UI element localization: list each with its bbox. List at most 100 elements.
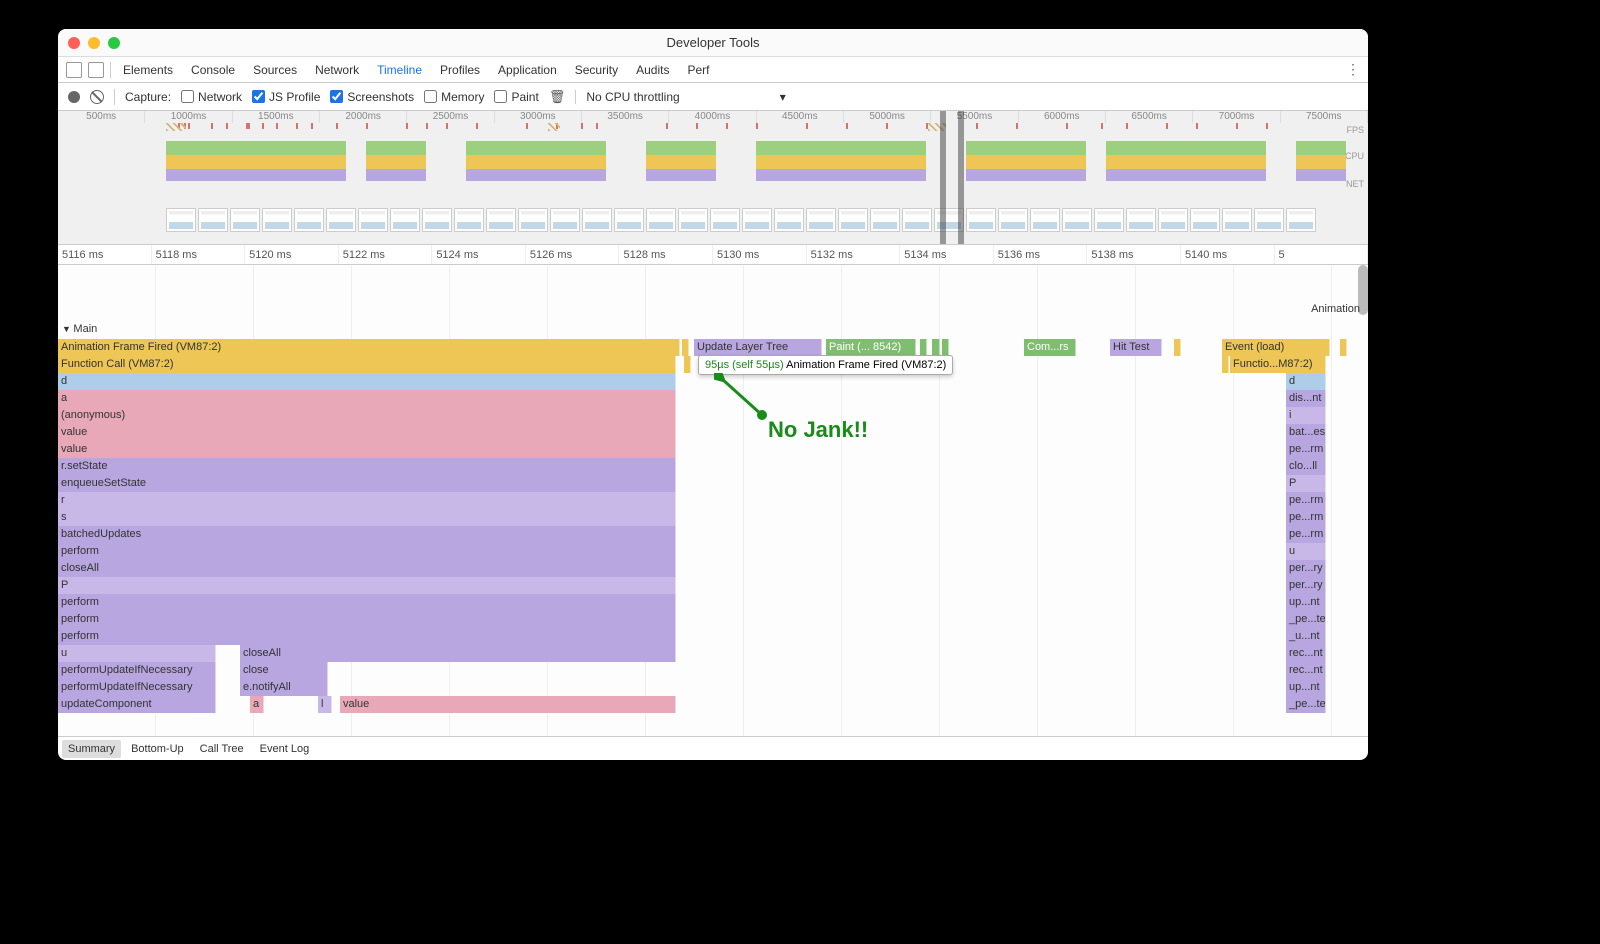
flame-bar[interactable]: performUpdateIfNecessary	[58, 679, 216, 696]
screenshot-thumb[interactable]	[1286, 208, 1316, 232]
flame-bar[interactable]: pe...rm	[1286, 526, 1326, 543]
screenshot-thumb[interactable]	[1126, 208, 1156, 232]
screenshot-thumb[interactable]	[294, 208, 324, 232]
screenshot-thumb[interactable]	[870, 208, 900, 232]
screenshot-thumb[interactable]	[326, 208, 356, 232]
flame-bar[interactable]: performUpdateIfNecessary	[58, 662, 216, 679]
flame-bar[interactable]: per...ry	[1286, 577, 1326, 594]
cpu-throttle-select[interactable]: No CPU throttling▾	[575, 90, 785, 104]
tab-call-tree[interactable]: Call Tree	[194, 740, 250, 758]
flame-bar[interactable]: rec...nt	[1286, 662, 1326, 679]
flame-bar[interactable]: enqueueSetState	[58, 475, 676, 492]
screenshot-thumb[interactable]	[454, 208, 484, 232]
screenshot-thumb[interactable]	[166, 208, 196, 232]
flame-bar[interactable]: closeAll	[58, 560, 676, 577]
screenshot-thumb[interactable]	[710, 208, 740, 232]
tab-profiles[interactable]: Profiles	[434, 59, 486, 81]
screenshot-thumb[interactable]	[1062, 208, 1092, 232]
flame-bar[interactable]: e.notifyAll	[240, 679, 328, 696]
flame-bar[interactable]: up...nt	[1286, 679, 1326, 696]
screenshot-thumb[interactable]	[550, 208, 580, 232]
overview-handle-left[interactable]	[940, 111, 946, 244]
flame-bar[interactable]: u	[1286, 543, 1326, 560]
flame-bar[interactable]: closeAll	[240, 645, 676, 662]
flame-bar[interactable]: r	[58, 492, 676, 509]
screenshot-thumb[interactable]	[998, 208, 1028, 232]
flame-bar[interactable]	[1222, 356, 1229, 373]
flame-bar[interactable]: up...nt	[1286, 594, 1326, 611]
flame-bar[interactable]: _u...nt	[1286, 628, 1326, 645]
flame-bar[interactable]: Animation Frame Fired (VM87:2)	[58, 339, 680, 356]
tab-summary[interactable]: Summary	[62, 740, 121, 758]
clear-button[interactable]	[90, 90, 104, 104]
screenshot-thumb[interactable]	[806, 208, 836, 232]
flame-bar[interactable]: a	[58, 390, 676, 407]
screenshot-thumb[interactable]	[422, 208, 452, 232]
overview-handle-right[interactable]	[958, 111, 964, 244]
screenshot-thumb[interactable]	[1094, 208, 1124, 232]
tab-perf[interactable]: Perf	[681, 59, 715, 81]
track-main-label[interactable]: Main	[62, 323, 97, 335]
flame-bar[interactable]: perform	[58, 594, 676, 611]
tab-bottom-up[interactable]: Bottom-Up	[125, 740, 190, 758]
flame-bar[interactable]: l	[318, 696, 332, 713]
flame-bar[interactable]: per...ry	[1286, 560, 1326, 577]
flame-bar[interactable]: pe...rm	[1286, 492, 1326, 509]
flame-bar[interactable]	[684, 356, 691, 373]
screenshot-thumb[interactable]	[614, 208, 644, 232]
flame-bar[interactable]	[1174, 339, 1181, 356]
flame-bar[interactable]: Update Layer Tree	[694, 339, 822, 356]
flame-bar[interactable]: Hit Test	[1110, 339, 1162, 356]
tab-audits[interactable]: Audits	[630, 59, 675, 81]
screenshot-thumb[interactable]	[646, 208, 676, 232]
flame-bar[interactable]: (anonymous)	[58, 407, 676, 424]
flame-bar[interactable]: Paint (... 8542)	[826, 339, 916, 356]
flame-bar[interactable]: perform	[58, 611, 676, 628]
tab-sources[interactable]: Sources	[247, 59, 303, 81]
flame-bar[interactable]: P	[1286, 475, 1326, 492]
flame-bar[interactable]: i	[1286, 407, 1326, 424]
flame-bar[interactable]: Functio...M87:2)	[1230, 356, 1326, 373]
flame-bar[interactable]: Event (load)	[1222, 339, 1330, 356]
timeline-overview[interactable]: 500ms1000ms1500ms2000ms2500ms3000ms3500m…	[58, 111, 1368, 245]
cb-paint[interactable]: Paint	[494, 90, 538, 104]
flame-bar[interactable]: _pe...te	[1286, 696, 1326, 713]
screenshot-thumb[interactable]	[486, 208, 516, 232]
screenshot-thumb[interactable]	[838, 208, 868, 232]
flame-bar[interactable]: r.setState	[58, 458, 676, 475]
screenshot-thumb[interactable]	[742, 208, 772, 232]
tab-event-log[interactable]: Event Log	[254, 740, 316, 758]
screenshot-filmstrip[interactable]	[58, 208, 1368, 240]
flame-bar[interactable]: perform	[58, 628, 676, 645]
flame-bar[interactable]: d	[1286, 373, 1326, 390]
screenshot-thumb[interactable]	[1030, 208, 1060, 232]
screenshot-thumb[interactable]	[582, 208, 612, 232]
flame-bar[interactable]: value	[58, 424, 676, 441]
screenshot-thumb[interactable]	[1158, 208, 1188, 232]
screenshot-thumb[interactable]	[678, 208, 708, 232]
cb-js-profile[interactable]: JS Profile	[252, 90, 320, 104]
screenshot-thumb[interactable]	[774, 208, 804, 232]
flame-bar[interactable]: dis...nt	[1286, 390, 1326, 407]
tab-timeline[interactable]: Timeline	[371, 59, 428, 81]
screenshot-thumb[interactable]	[358, 208, 388, 232]
screenshot-thumb[interactable]	[1222, 208, 1252, 232]
flame-bar[interactable]: pe...rm	[1286, 509, 1326, 526]
flame-bar[interactable]: Function Call (VM87:2)	[58, 356, 676, 373]
screenshot-thumb[interactable]	[518, 208, 548, 232]
tab-elements[interactable]: Elements	[117, 59, 179, 81]
flame-bar[interactable]	[682, 339, 689, 356]
flame-bar[interactable]: bat...es	[1286, 424, 1326, 441]
record-button[interactable]	[68, 91, 80, 103]
tab-console[interactable]: Console	[185, 59, 241, 81]
trash-icon[interactable]: 🗑	[549, 89, 566, 105]
tab-security[interactable]: Security	[569, 59, 624, 81]
flame-bar[interactable]: _pe...te	[1286, 611, 1326, 628]
inspect-icon[interactable]	[66, 62, 82, 78]
flame-bar[interactable]: close	[240, 662, 328, 679]
flame-bar[interactable]: u	[58, 645, 216, 662]
screenshot-thumb[interactable]	[262, 208, 292, 232]
flame-bar[interactable]: updateComponent	[58, 696, 216, 713]
cb-network[interactable]: Network	[181, 90, 242, 104]
device-icon[interactable]	[88, 62, 104, 78]
